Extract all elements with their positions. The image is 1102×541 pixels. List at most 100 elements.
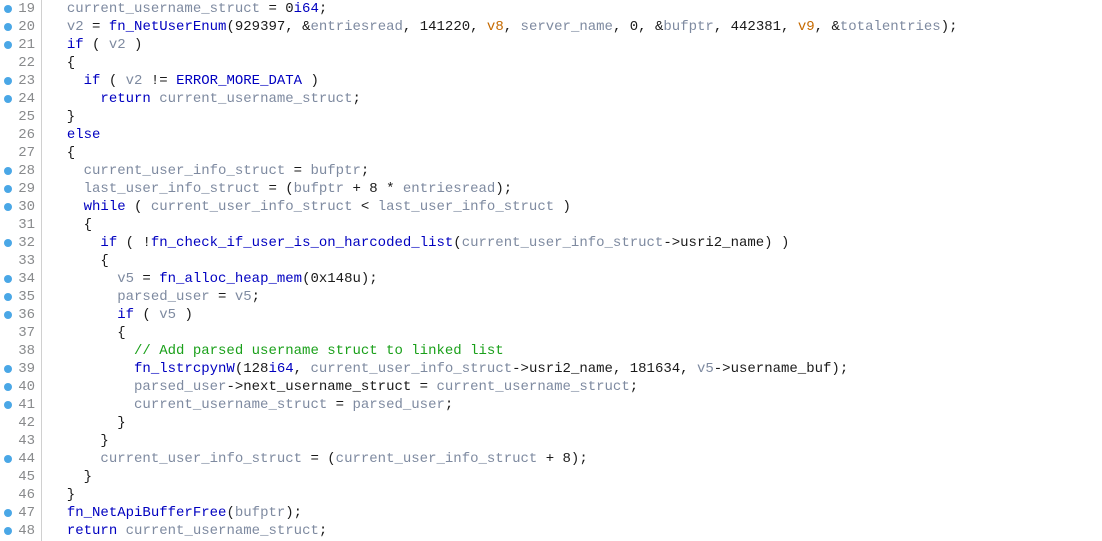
code-line[interactable]: parsed_user = v5; <box>50 288 1102 306</box>
breakpoint-marker[interactable] <box>4 23 12 31</box>
breakpoint-empty[interactable] <box>4 491 12 499</box>
gutter-row[interactable]: 41 <box>0 396 41 414</box>
breakpoint-empty[interactable] <box>4 149 12 157</box>
breakpoint-marker[interactable] <box>4 365 12 373</box>
gutter-row[interactable]: 35 <box>0 288 41 306</box>
breakpoint-marker[interactable] <box>4 275 12 283</box>
code-line[interactable]: } <box>50 108 1102 126</box>
code-line[interactable]: fn_lstrcpynW(128i64, current_user_info_s… <box>50 360 1102 378</box>
code-line[interactable]: else <box>50 126 1102 144</box>
code-token: < <box>352 199 377 215</box>
code-line[interactable]: last_user_info_struct = (bufptr + 8 * en… <box>50 180 1102 198</box>
code-line[interactable]: v5 = fn_alloc_heap_mem(0x148u); <box>50 270 1102 288</box>
breakpoint-empty[interactable] <box>4 419 12 427</box>
breakpoint-empty[interactable] <box>4 437 12 445</box>
gutter-row[interactable]: 39 <box>0 360 41 378</box>
code-token: bufptr <box>663 19 713 35</box>
gutter-row[interactable]: 30 <box>0 198 41 216</box>
gutter-row[interactable]: 46 <box>0 486 41 504</box>
code-token: fn_lstrcpynW <box>134 361 235 377</box>
breakpoint-marker[interactable] <box>4 185 12 193</box>
gutter-row[interactable]: 29 <box>0 180 41 198</box>
breakpoint-marker[interactable] <box>4 509 12 517</box>
gutter-row[interactable]: 27 <box>0 144 41 162</box>
gutter-row[interactable]: 33 <box>0 252 41 270</box>
breakpoint-empty[interactable] <box>4 473 12 481</box>
breakpoint-marker[interactable] <box>4 41 12 49</box>
code-line[interactable]: return current_username_struct; <box>50 522 1102 540</box>
code-line[interactable]: parsed_user->next_username_struct = curr… <box>50 378 1102 396</box>
breakpoint-marker[interactable] <box>4 383 12 391</box>
code-line[interactable]: { <box>50 54 1102 72</box>
breakpoint-empty[interactable] <box>4 113 12 121</box>
gutter-row[interactable]: 26 <box>0 126 41 144</box>
breakpoint-empty[interactable] <box>4 131 12 139</box>
code-line[interactable]: if ( !fn_check_if_user_is_on_harcoded_li… <box>50 234 1102 252</box>
gutter-row[interactable]: 34 <box>0 270 41 288</box>
code-line[interactable]: current_user_info_struct = bufptr; <box>50 162 1102 180</box>
breakpoint-marker[interactable] <box>4 455 12 463</box>
breakpoint-empty[interactable] <box>4 257 12 265</box>
gutter-row[interactable]: 45 <box>0 468 41 486</box>
gutter-row[interactable]: 48 <box>0 522 41 540</box>
code-token: current_user_info_struct <box>462 235 664 251</box>
code-line[interactable]: if ( v2 ) <box>50 36 1102 54</box>
gutter-row[interactable]: 37 <box>0 324 41 342</box>
code-line[interactable]: v2 = fn_NetUserEnum(929397, &entriesread… <box>50 18 1102 36</box>
breakpoint-empty[interactable] <box>4 221 12 229</box>
gutter-row[interactable]: 36 <box>0 306 41 324</box>
gutter-row[interactable]: 21 <box>0 36 41 54</box>
code-line[interactable]: current_username_struct = parsed_user; <box>50 396 1102 414</box>
code-line[interactable]: { <box>50 144 1102 162</box>
gutter-row[interactable]: 24 <box>0 90 41 108</box>
code-line[interactable]: fn_NetApiBufferFree(bufptr); <box>50 504 1102 522</box>
code-line[interactable]: if ( v2 != ERROR_MORE_DATA ) <box>50 72 1102 90</box>
gutter-row[interactable]: 19 <box>0 0 41 18</box>
breakpoint-marker[interactable] <box>4 293 12 301</box>
code-line[interactable]: } <box>50 468 1102 486</box>
breakpoint-empty[interactable] <box>4 329 12 337</box>
gutter-row[interactable]: 20 <box>0 18 41 36</box>
code-token: fn_check_if_user_is_on_harcoded_list <box>151 235 453 251</box>
gutter-row[interactable]: 32 <box>0 234 41 252</box>
code-line[interactable]: } <box>50 486 1102 504</box>
code-line[interactable]: return current_username_struct; <box>50 90 1102 108</box>
gutter-row[interactable]: 40 <box>0 378 41 396</box>
code-line[interactable]: { <box>50 324 1102 342</box>
gutter-row[interactable]: 23 <box>0 72 41 90</box>
gutter-row[interactable]: 47 <box>0 504 41 522</box>
code-token: -> <box>226 379 243 395</box>
breakpoint-marker[interactable] <box>4 401 12 409</box>
gutter-row[interactable]: 38 <box>0 342 41 360</box>
code-line[interactable]: } <box>50 414 1102 432</box>
code-line[interactable]: { <box>50 216 1102 234</box>
code-line[interactable]: current_user_info_struct = (current_user… <box>50 450 1102 468</box>
gutter-row[interactable]: 42 <box>0 414 41 432</box>
gutter-row[interactable]: 25 <box>0 108 41 126</box>
line-number: 25 <box>17 108 35 126</box>
breakpoint-marker[interactable] <box>4 95 12 103</box>
code-line[interactable]: current_username_struct = 0i64; <box>50 0 1102 18</box>
code-line[interactable]: // Add parsed username struct to linked … <box>50 342 1102 360</box>
breakpoint-marker[interactable] <box>4 527 12 535</box>
code-pane[interactable]: current_username_struct = 0i64; v2 = fn_… <box>42 0 1102 541</box>
breakpoint-marker[interactable] <box>4 77 12 85</box>
gutter-row[interactable]: 43 <box>0 432 41 450</box>
gutter-row[interactable]: 44 <box>0 450 41 468</box>
breakpoint-marker[interactable] <box>4 203 12 211</box>
breakpoint-marker[interactable] <box>4 311 12 319</box>
gutter-row[interactable]: 22 <box>0 54 41 72</box>
code-token: (0x148u); <box>302 271 378 287</box>
breakpoint-marker[interactable] <box>4 5 12 13</box>
gutter-row[interactable]: 28 <box>0 162 41 180</box>
gutter-row[interactable]: 31 <box>0 216 41 234</box>
breakpoint-empty[interactable] <box>4 347 12 355</box>
breakpoint-marker[interactable] <box>4 239 12 247</box>
breakpoint-marker[interactable] <box>4 167 12 175</box>
code-line[interactable]: { <box>50 252 1102 270</box>
code-line[interactable]: } <box>50 432 1102 450</box>
breakpoint-empty[interactable] <box>4 59 12 67</box>
code-token: (128 <box>235 361 269 377</box>
code-line[interactable]: while ( current_user_info_struct < last_… <box>50 198 1102 216</box>
code-line[interactable]: if ( v5 ) <box>50 306 1102 324</box>
